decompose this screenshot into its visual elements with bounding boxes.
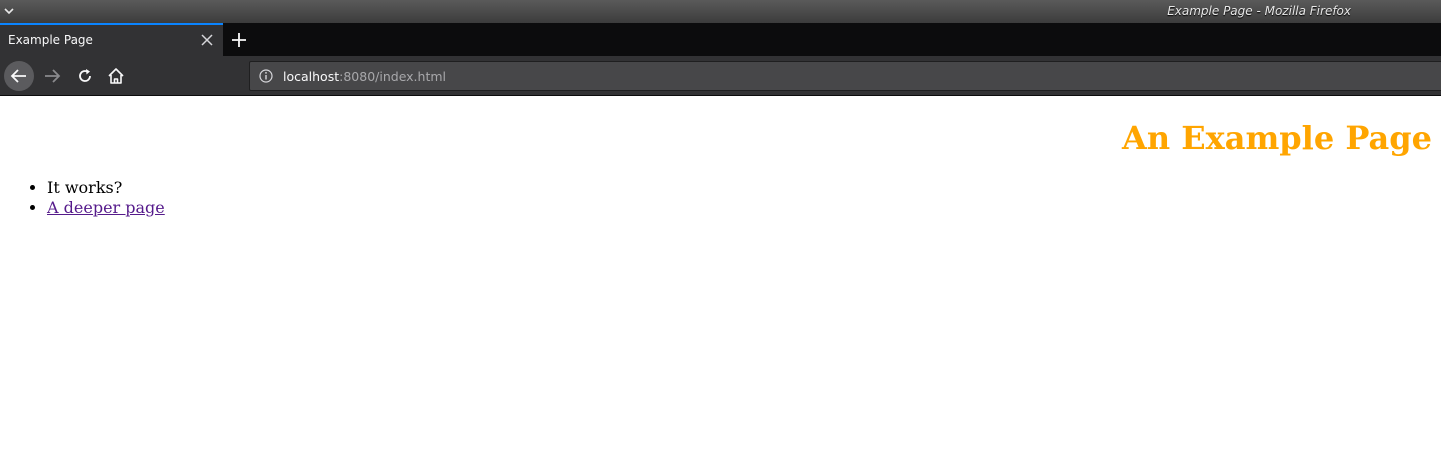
plus-icon[interactable] bbox=[230, 31, 248, 49]
url-host: localhost bbox=[283, 69, 340, 84]
page-content: An Example Page It works? A deeper page bbox=[0, 97, 1441, 458]
window-titlebar: Example Page - Mozilla Firefox bbox=[0, 0, 1441, 23]
forward-button[interactable] bbox=[37, 61, 67, 91]
back-button[interactable] bbox=[4, 61, 34, 91]
close-icon[interactable] bbox=[201, 34, 213, 46]
tab-title: Example Page bbox=[8, 33, 93, 47]
reload-icon bbox=[79, 69, 91, 82]
tab-example-page[interactable]: Example Page bbox=[0, 23, 223, 56]
url-bar[interactable]: localhost:8080/index.html bbox=[249, 61, 1441, 91]
tab-strip: Example Page bbox=[0, 23, 1441, 56]
page-title: An Example Page bbox=[1122, 119, 1432, 157]
arrow-right-icon bbox=[45, 69, 61, 83]
info-icon[interactable] bbox=[259, 69, 273, 83]
deeper-page-link[interactable]: A deeper page bbox=[47, 198, 165, 217]
reload-button[interactable] bbox=[70, 61, 100, 91]
list-item: A deeper page bbox=[47, 198, 165, 218]
home-icon bbox=[108, 68, 124, 84]
page-list: It works? A deeper page bbox=[8, 178, 165, 218]
list-item-text: It works? bbox=[47, 178, 123, 197]
home-button[interactable] bbox=[101, 61, 131, 91]
chevron-down-icon[interactable] bbox=[3, 4, 15, 18]
navigation-toolbar: localhost:8080/index.html bbox=[0, 56, 1441, 96]
window-title: Example Page - Mozilla Firefox bbox=[1167, 4, 1351, 18]
url-path: :8080/index.html bbox=[339, 69, 447, 84]
arrow-left-icon bbox=[10, 69, 26, 83]
list-item: It works? bbox=[47, 178, 165, 198]
url-text[interactable]: localhost:8080/index.html bbox=[283, 69, 446, 84]
